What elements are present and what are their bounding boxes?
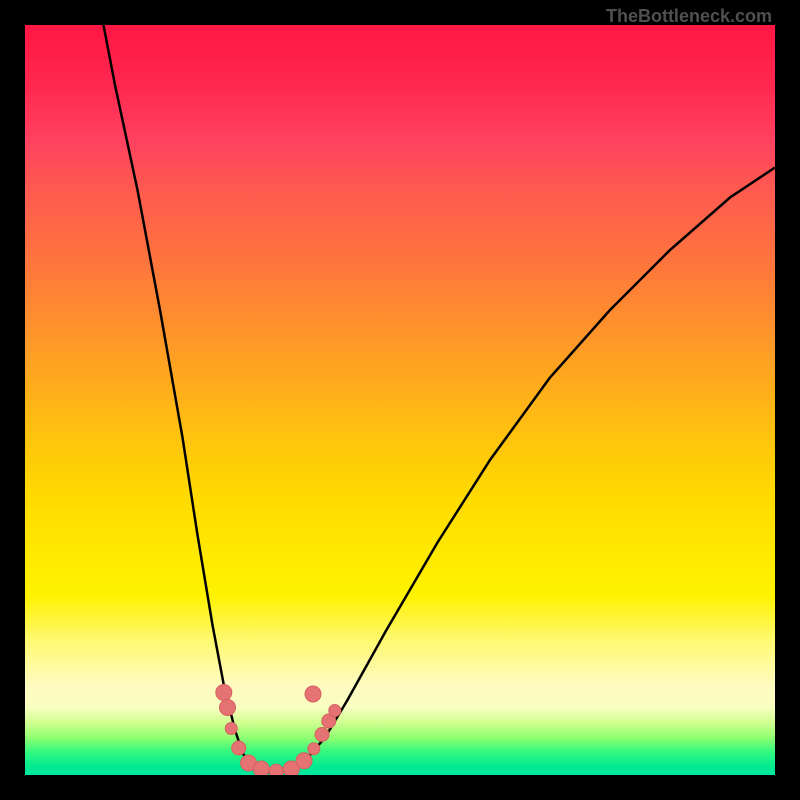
data-marker [329,705,341,717]
data-marker [232,741,246,755]
bottleneck-curve [96,25,775,773]
data-markers [216,685,341,776]
data-marker [296,753,312,769]
data-marker [216,685,232,701]
watermark-text: TheBottleneck.com [606,6,772,27]
data-marker [269,764,283,775]
data-marker [220,700,236,716]
data-marker [253,761,269,775]
data-marker [308,743,320,755]
data-marker [225,723,237,735]
chart-svg [25,25,775,775]
data-marker [305,686,321,702]
data-marker [315,728,329,742]
